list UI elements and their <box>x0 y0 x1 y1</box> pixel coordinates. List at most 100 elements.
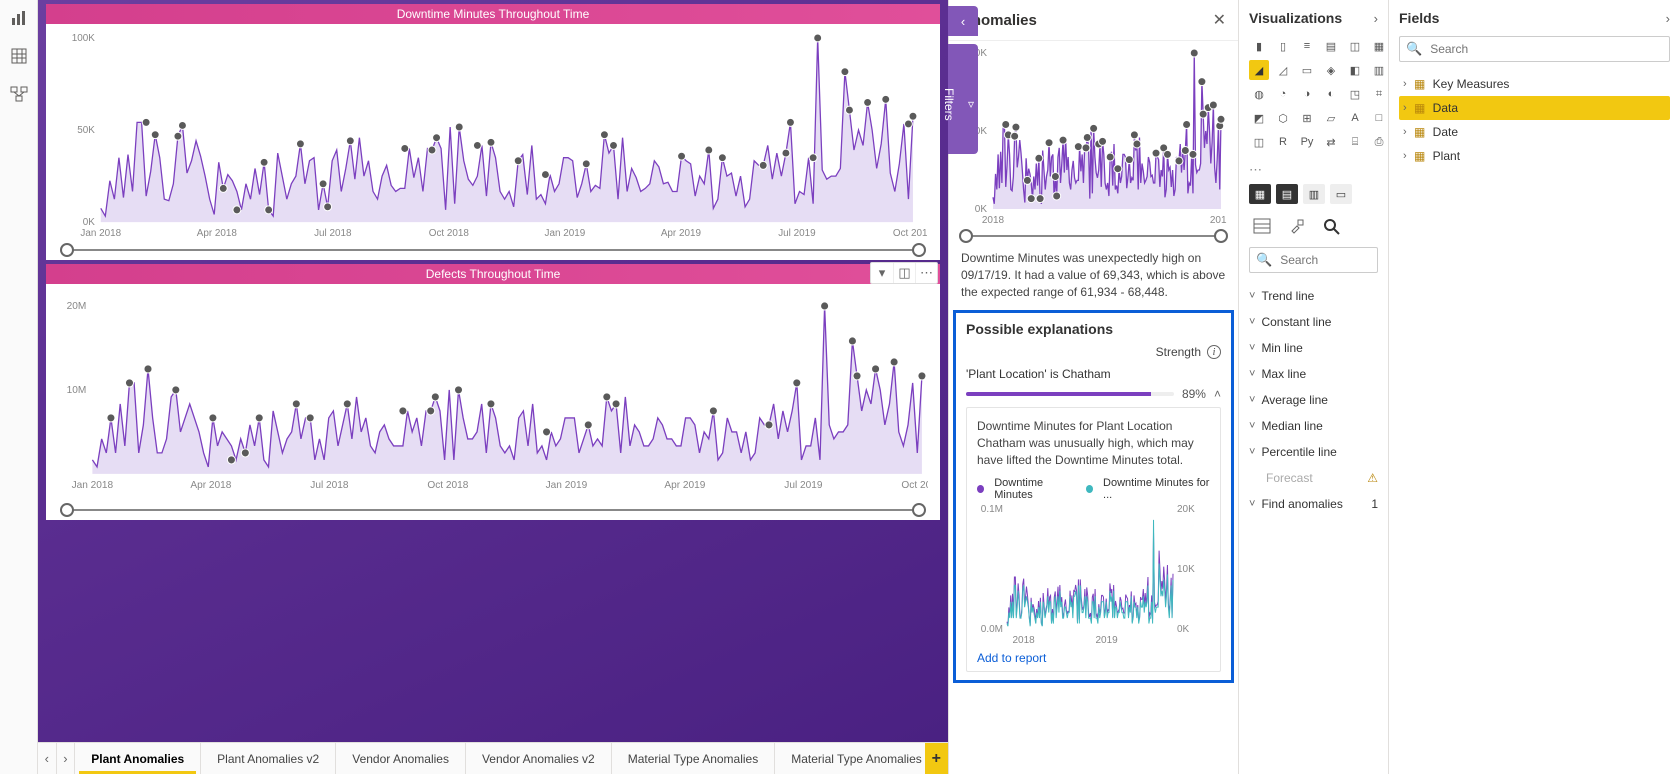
viz-type-item[interactable]: ⊞ <box>1297 108 1317 128</box>
time-slider[interactable] <box>66 246 920 252</box>
viz-type-item[interactable]: ⇄ <box>1321 132 1341 152</box>
slider-handle-right[interactable] <box>912 503 926 517</box>
analytics-search[interactable]: 🔍 <box>1249 247 1378 273</box>
viz-type-item[interactable]: ▭ <box>1297 60 1317 80</box>
analytics-option[interactable]: ˅Percentile line <box>1249 439 1378 465</box>
close-icon[interactable]: ✕ <box>1213 10 1226 30</box>
tab-next-icon[interactable]: › <box>57 743 76 774</box>
model-view-icon[interactable] <box>9 84 29 104</box>
chevron-down-icon: ˅ <box>1249 420 1255 432</box>
viz-type-item[interactable]: ▤ <box>1321 36 1341 56</box>
analytics-tab-icon[interactable]: ▥ <box>1303 184 1325 204</box>
viz-type-item[interactable]: ◧ <box>1345 60 1365 80</box>
table-icon: ▦ <box>1413 102 1427 114</box>
page-tab[interactable]: Plant Anomalies v2 <box>201 743 336 774</box>
analytics-option[interactable]: ˅Trend line <box>1249 283 1378 309</box>
page-tab[interactable]: Plant Anomalies <box>75 743 201 774</box>
viz-type-item[interactable]: ◈ <box>1321 60 1341 80</box>
viz-type-item[interactable]: R <box>1273 132 1293 152</box>
viz-type-item[interactable]: ⌸ <box>1345 132 1365 152</box>
field-table[interactable]: ›▦Plant <box>1399 144 1670 168</box>
fields-search-input[interactable] <box>1428 41 1663 57</box>
viz-type-item[interactable]: ⎙ <box>1369 132 1389 152</box>
analytics-option[interactable]: ˅Constant line <box>1249 309 1378 335</box>
fields-well-icon[interactable] <box>1253 218 1271 239</box>
more-options-icon[interactable]: ⋯ <box>915 263 937 283</box>
viz-type-item[interactable]: Py <box>1297 132 1317 152</box>
add-page-button[interactable]: + <box>925 743 949 774</box>
info-icon[interactable]: i <box>1207 345 1221 359</box>
page-tab[interactable]: Material Type Anomalies <box>612 743 776 774</box>
analytics-option[interactable]: ˅Average line <box>1249 387 1378 413</box>
time-slider[interactable] <box>965 232 1222 238</box>
report-view-icon[interactable] <box>9 8 29 28</box>
viz-type-item[interactable]: ⌗ <box>1369 84 1389 104</box>
explanation-title: 'Plant Location' is Chatham <box>966 367 1221 381</box>
viz-type-item[interactable]: ≡ <box>1297 36 1317 56</box>
slider-handle-left[interactable] <box>60 503 74 517</box>
format-tab-icon[interactable]: ▤ <box>1276 184 1298 204</box>
add-to-report-link[interactable]: Add to report <box>977 651 1046 665</box>
visual-defects[interactable]: ▾ ◫ ⋯ Defects Throughout Time 20M10MJan … <box>46 264 940 520</box>
visual-type-grid: ▮▯≡▤◫▦◢◿▭◈◧▥◍◔◑◐◳⌗◩⬡⊞▱A□◫RPy⇄⌸⎙ <box>1249 36 1378 152</box>
analytics-search-input[interactable] <box>1278 252 1378 268</box>
viz-type-item[interactable]: ◍ <box>1249 84 1269 104</box>
format-brush-icon[interactable] <box>1289 218 1305 239</box>
page-tab[interactable]: Vendor Anomalies <box>336 743 466 774</box>
analytics-option[interactable]: ˅Median line <box>1249 413 1378 439</box>
page-tab[interactable]: Vendor Anomalies v2 <box>466 743 612 774</box>
field-table[interactable]: ›▦Data <box>1399 96 1670 120</box>
field-table[interactable]: ›▦Key Measures <box>1399 72 1670 96</box>
svg-text:Oct 2019: Oct 2019 <box>901 480 928 491</box>
visual-downtime-minutes[interactable]: Downtime Minutes Throughout Time 100K50K… <box>46 4 940 260</box>
filters-pane-tab[interactable]: ▿ Filters <box>948 44 978 154</box>
field-table[interactable]: ›▦Date <box>1399 120 1670 144</box>
fields-tab-icon[interactable]: ▦ <box>1249 184 1271 204</box>
report-canvas[interactable]: ‹ ▿ Filters Downtime Minutes Throughout … <box>38 0 948 742</box>
fields-title: Fields <box>1399 10 1439 26</box>
viz-type-item[interactable]: ◳ <box>1345 84 1365 104</box>
focus-mode-icon[interactable]: ◫ <box>893 263 915 283</box>
slider-handle-right[interactable] <box>1214 229 1228 243</box>
viz-type-item[interactable]: □ <box>1369 108 1389 128</box>
analytics-magnify-icon[interactable] <box>1323 218 1341 239</box>
viz-type-item[interactable]: ◑ <box>1297 84 1317 104</box>
expand-pane-icon[interactable]: › <box>1374 11 1378 26</box>
visual-title: Defects Throughout Time <box>46 264 940 284</box>
slider-handle-left[interactable] <box>959 229 973 243</box>
tab-prev-icon[interactable]: ‹ <box>38 743 57 774</box>
viz-type-item[interactable]: ▱ <box>1321 108 1341 128</box>
table-icon: ▦ <box>1413 126 1427 138</box>
viz-type-item[interactable]: ▦ <box>1369 36 1389 56</box>
viz-type-item[interactable]: ▮ <box>1249 36 1269 56</box>
svg-text:Apr 2019: Apr 2019 <box>661 228 702 239</box>
collapse-explanation-icon[interactable]: ˄ <box>1214 387 1221 401</box>
viz-type-item[interactable]: ◢ <box>1249 60 1269 80</box>
viz-type-item[interactable]: ⬡ <box>1273 108 1293 128</box>
slider-handle-right[interactable] <box>912 243 926 257</box>
viz-type-item[interactable]: ◿ <box>1273 60 1293 80</box>
filter-icon[interactable]: ▾ <box>871 263 893 283</box>
viz-type-item[interactable]: ▯ <box>1273 36 1293 56</box>
viz-type-item[interactable]: ◩ <box>1249 108 1269 128</box>
slideshow-tab-icon[interactable]: ▭ <box>1330 184 1352 204</box>
page-tab[interactable]: Material Type Anomalies v2 <box>775 743 924 774</box>
fields-search[interactable]: 🔍 <box>1399 36 1670 62</box>
analytics-option[interactable]: ˅Min line <box>1249 335 1378 361</box>
svg-text:2018: 2018 <box>982 215 1005 226</box>
collapse-pane-button[interactable]: ‹ <box>948 6 978 36</box>
analytics-option[interactable]: ˅Max line <box>1249 361 1378 387</box>
expand-pane-icon[interactable]: › <box>1666 11 1670 26</box>
time-slider[interactable] <box>66 506 920 512</box>
viz-type-item[interactable]: ▥ <box>1369 60 1389 80</box>
slider-handle-left[interactable] <box>60 243 74 257</box>
viz-type-item[interactable]: ◫ <box>1345 36 1365 56</box>
viz-type-item[interactable]: ◔ <box>1273 84 1293 104</box>
data-view-icon[interactable] <box>9 46 29 66</box>
viz-type-item[interactable]: ◫ <box>1249 132 1269 152</box>
viz-type-item[interactable]: A <box>1345 108 1365 128</box>
analytics-option-find-anomalies[interactable]: ˅Find anomalies1 <box>1249 491 1378 517</box>
downtime-chart: 100K50K0KJan 2018Apr 2018Jul 2018Oct 201… <box>58 32 928 240</box>
viz-type-item[interactable]: ◐ <box>1321 84 1341 104</box>
more-visuals-icon[interactable]: ⋯ <box>1249 160 1378 184</box>
